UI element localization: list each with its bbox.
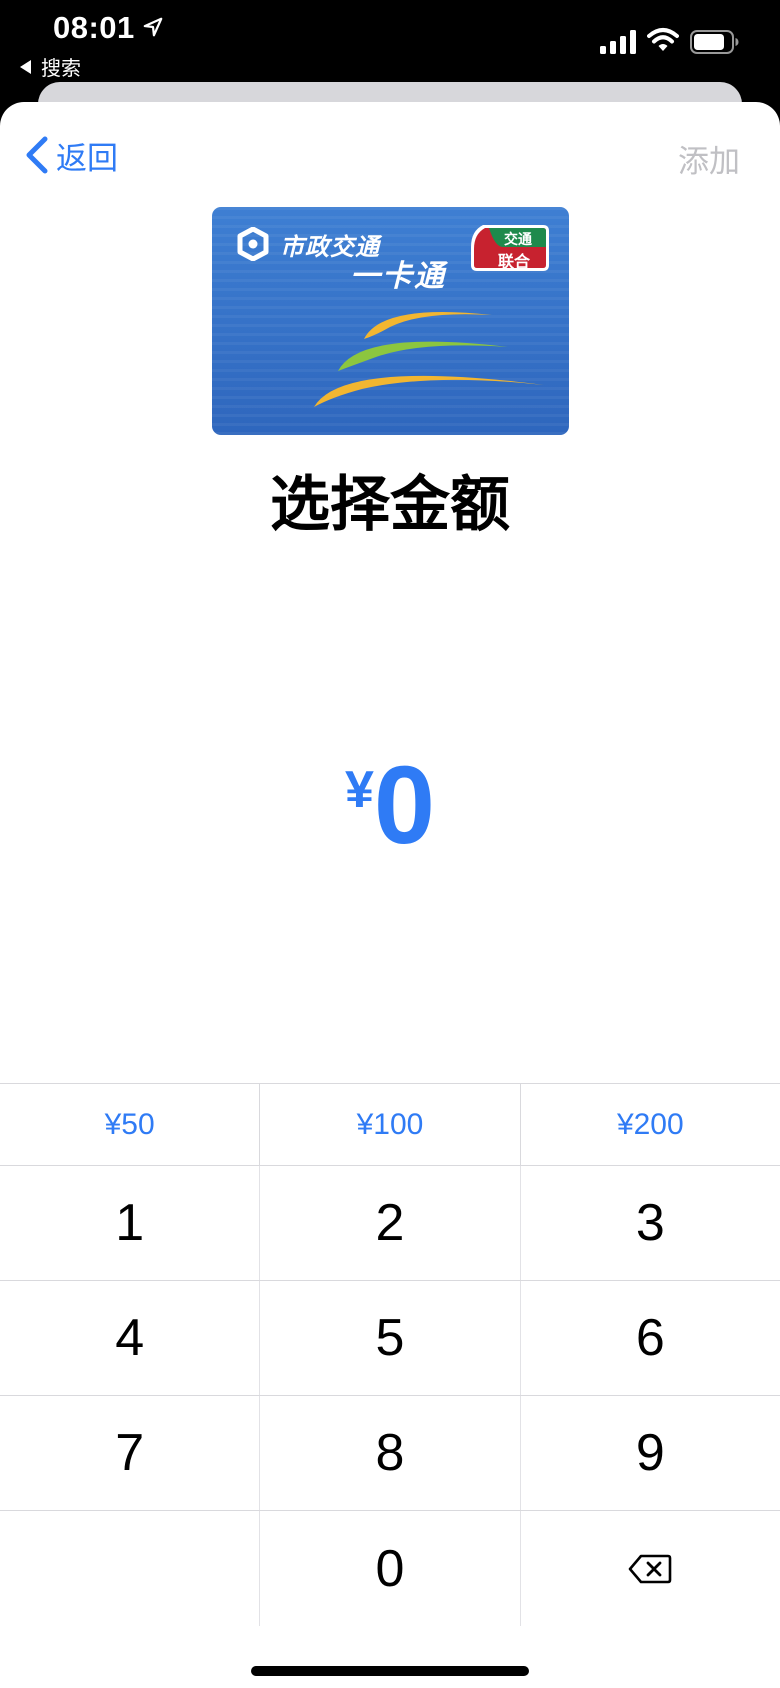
key-7[interactable]: 7	[0, 1396, 261, 1510]
amount-keypad: ¥50 ¥100 ¥200 1 2 3 4 5 6 7 8 9 0	[0, 1083, 780, 1626]
key-9[interactable]: 9	[521, 1396, 780, 1510]
key-row-4: 0	[0, 1511, 780, 1626]
back-triangle-icon	[20, 59, 31, 74]
back-app-label: 搜索	[41, 58, 81, 80]
backspace-icon	[629, 1554, 672, 1583]
key-5[interactable]: 5	[260, 1281, 521, 1395]
currency-symbol: ¥	[344, 761, 374, 819]
key-1[interactable]: 1	[0, 1166, 261, 1280]
amount-display: ¥0	[0, 742, 780, 869]
card-badge-top: 交通	[504, 231, 532, 247]
battery-icon	[690, 30, 739, 54]
card-badge-bottom: 联合	[498, 254, 531, 271]
key-2[interactable]: 2	[260, 1166, 521, 1280]
wifi-icon	[647, 28, 679, 51]
card-brand-bottom: 一卡通	[350, 260, 446, 293]
key-8[interactable]: 8	[260, 1396, 521, 1510]
add-button[interactable]: 添加	[678, 136, 740, 181]
transit-card-image: 市政交通 一卡通 交通 联合	[212, 207, 569, 435]
home-indicator	[251, 1666, 529, 1676]
chevron-left-icon	[26, 136, 48, 174]
key-row-3: 7 8 9	[0, 1396, 780, 1511]
delete-key[interactable]	[521, 1511, 780, 1626]
location-arrow-icon	[143, 17, 163, 37]
add-value-sheet: 返回 添加 市政交通 一卡通 交通 联合 选择金额 ¥0 ¥50 ¥100 ¥2…	[0, 102, 780, 1688]
page-title: 选择金额	[270, 471, 510, 538]
preset-100-button[interactable]: ¥100	[260, 1084, 521, 1165]
card-arcs-graphic	[314, 312, 544, 407]
status-time: 08:01	[53, 10, 135, 45]
key-row-1: 1 2 3	[0, 1166, 780, 1281]
amount-value: 0	[373, 744, 436, 867]
cellular-signal-icon	[600, 30, 636, 54]
key-row-2: 4 5 6	[0, 1281, 780, 1396]
preset-200-button[interactable]: ¥200	[521, 1084, 780, 1165]
key-empty	[0, 1511, 261, 1626]
key-6[interactable]: 6	[521, 1281, 780, 1395]
back-to-app-button[interactable]: 搜索	[20, 52, 81, 81]
card-logo-icon	[237, 227, 269, 261]
back-button-label: 返回	[56, 140, 118, 176]
key-0[interactable]: 0	[260, 1511, 521, 1626]
back-button[interactable]: 返回	[24, 132, 118, 178]
preset-50-button[interactable]: ¥50	[0, 1084, 261, 1165]
key-3[interactable]: 3	[521, 1166, 780, 1280]
preset-row: ¥50 ¥100 ¥200	[0, 1083, 780, 1166]
key-4[interactable]: 4	[0, 1281, 261, 1395]
